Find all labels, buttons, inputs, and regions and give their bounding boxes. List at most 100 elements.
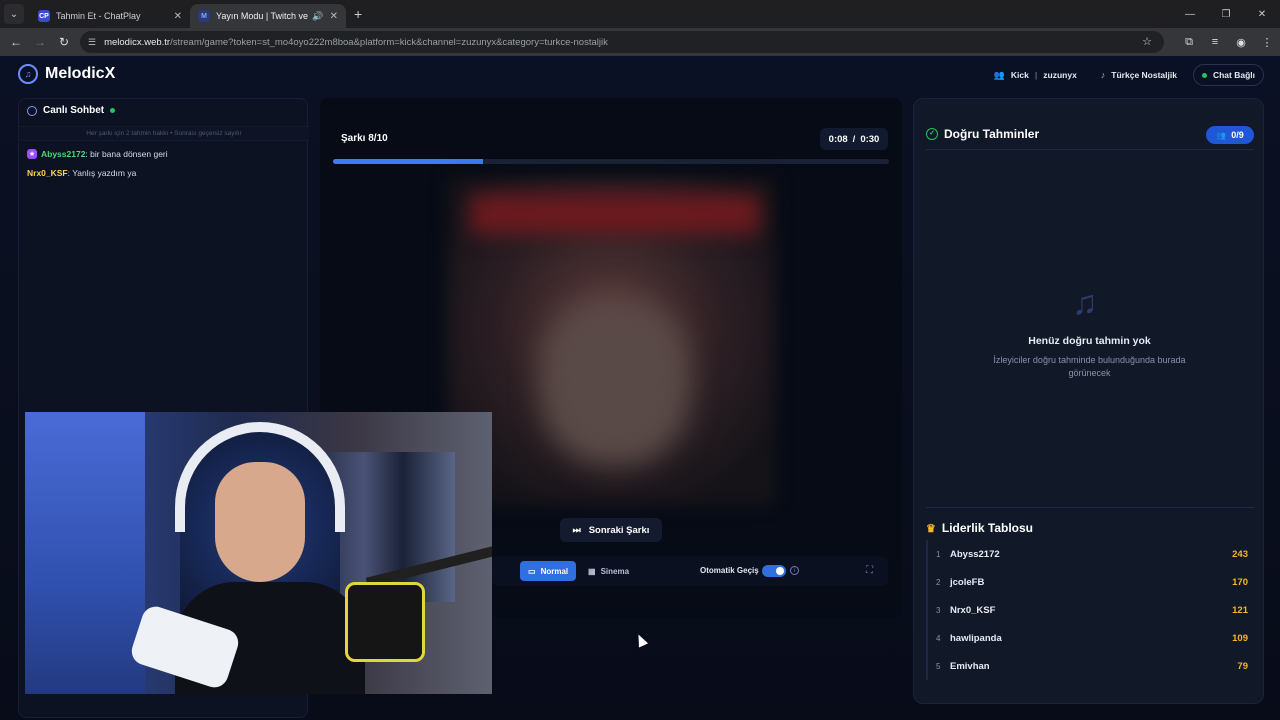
next-song-label: Sonraki Şarkı: [588, 524, 650, 536]
leaderboard-title: Liderlik Tablosu: [941, 521, 1033, 535]
url-path: /stream/game?token=st_mo4oyo222m8boa&pla…: [170, 36, 608, 48]
status-dot: [1201, 72, 1207, 78]
window-controls: — ❐ ✕: [1172, 0, 1280, 28]
bookmark-star-icon[interactable]: ☆: [1142, 35, 1152, 48]
close-tab-icon[interactable]: ✕: [330, 11, 338, 22]
empty-state-description: İzleyiciler doğru tahminde bulunduğunda …: [993, 355, 1186, 378]
browser-tab-strip: ⌄ CP Tahmin Et - ChatPlay ✕ M Yayın Modu…: [0, 0, 1280, 28]
site-info-icon[interactable]: ☰: [88, 37, 96, 48]
category-pill: ♪ Türkçe Nostaljik: [1093, 64, 1185, 86]
music-notes-icon: ♫: [1072, 284, 1098, 322]
platform-name: Kick: [1010, 70, 1029, 80]
chat-username[interactable]: Nrx0_KSF: [27, 168, 68, 178]
cover-portrait: [540, 296, 690, 466]
users-icon: 👥: [993, 69, 1005, 80]
correct-guesses-header: ✓ Doğru Tahminler: [926, 127, 1039, 141]
cinema-mode-label: Sinema: [600, 566, 630, 576]
divider: [926, 149, 1254, 150]
cover-title-band: [470, 194, 760, 234]
cinema-mode-button[interactable]: ▦ Sinema: [580, 561, 637, 581]
audio-playing-icon[interactable]: 🔊: [312, 11, 323, 22]
browser-tab-chatplay[interactable]: CP Tahmin Et - ChatPlay ✕: [30, 4, 190, 28]
address-bar[interactable]: ☰ melodicx.web.tr /stream/game?token=st_…: [80, 31, 1164, 53]
media-controls-icon[interactable]: ≡: [1202, 36, 1228, 48]
webcam-background-wall: [25, 412, 145, 694]
chatplay-favicon-icon: CP: [38, 10, 50, 22]
elapsed-time: 0:08: [828, 133, 848, 145]
chat-rules-note: Her şarkı için 2 tahmin hakkı • Sonrası …: [19, 126, 309, 141]
auto-advance-label: Otomatik Geçiş: [700, 566, 759, 575]
platform-channel-pill: 👥 Kick | zuzunyx: [986, 64, 1085, 86]
menu-icon[interactable]: ⋮: [1254, 36, 1280, 49]
divider: [926, 507, 1254, 508]
player-score: 121: [1232, 604, 1248, 616]
player-score: 109: [1232, 632, 1248, 644]
player-name: Emivhan: [950, 660, 990, 672]
leaderboard-list: 1 Abyss2172 243 2 jcoleFB 170 3 Nrx0_KSF…: [926, 540, 1254, 680]
chat-message: Nrx0_KSF : Yanlış yazdım ya: [27, 168, 136, 178]
normal-mode-label: Normal: [540, 566, 569, 576]
webcam-overlay: [25, 412, 492, 694]
player-score: 243: [1232, 548, 1248, 560]
webcam-headset: [175, 422, 345, 532]
category-name: Türkçe Nostaljik: [1111, 70, 1177, 80]
crown-icon: ♛: [926, 522, 936, 535]
check-circle-icon: ✓: [926, 128, 938, 140]
divider: |: [1034, 70, 1038, 80]
leaderboard-row: 1 Abyss2172 243: [926, 540, 1254, 568]
player-score: 170: [1232, 576, 1248, 588]
chat-title: Canlı Sohbet: [43, 105, 105, 116]
headphones-icon: ♫: [18, 64, 38, 84]
chat-status-text: Chat Bağlı: [1212, 70, 1255, 80]
brand-logo[interactable]: ♫ MelodicX: [18, 64, 115, 84]
rank: 5: [936, 661, 941, 671]
player-name: jcoleFB: [950, 576, 985, 588]
correct-guesses-panel: ✓ Doğru Tahminler 👥 0/9 ♫ Henüz doğru ta…: [913, 98, 1264, 704]
auto-advance-toggle[interactable]: [762, 565, 786, 577]
back-icon[interactable]: ←: [4, 35, 28, 49]
forward-icon[interactable]: →: [28, 35, 52, 49]
player-score: 79: [1237, 660, 1248, 672]
browser-tab-melodicx[interactable]: M Yayın Modu | Twitch ve Kick 🔊 ✕: [190, 4, 346, 28]
profile-icon[interactable]: ◉: [1228, 36, 1254, 49]
info-icon[interactable]: i: [790, 566, 799, 575]
brand-name: MelodicX: [45, 65, 116, 82]
extensions-icon[interactable]: ⧉: [1176, 36, 1202, 49]
users-icon: 👥: [1216, 130, 1227, 140]
film-icon: ▦: [588, 566, 596, 576]
rank: 2: [936, 577, 941, 587]
monitor-icon: ▭: [528, 566, 536, 576]
fullscreen-icon[interactable]: ⛶: [866, 565, 873, 576]
restore-icon[interactable]: ❐: [1208, 9, 1244, 20]
chat-bubble-icon: [27, 105, 37, 116]
time-display: 0:08 / 0:30: [820, 128, 888, 150]
new-tab-button[interactable]: +: [354, 6, 362, 22]
leaderboard-row: 4 hawlipanda 109: [926, 624, 1254, 652]
close-window-icon[interactable]: ✕: [1244, 9, 1280, 20]
normal-mode-button[interactable]: ▭ Normal: [520, 561, 577, 581]
reload-icon[interactable]: ↻: [52, 35, 76, 49]
minimize-icon[interactable]: —: [1172, 9, 1208, 20]
song-counter: Şarkı 8/10: [341, 133, 388, 144]
tab-search-button[interactable]: ⌄: [4, 4, 24, 24]
progress-fill: [333, 159, 484, 164]
live-dot: [110, 108, 116, 113]
player-controls-row: ▭ Normal ▦ Sinema Otomatik Geçiş i ⛶: [492, 556, 888, 586]
player-name: Abyss2172: [950, 548, 1000, 560]
leaderboard-row: 2 jcoleFB 170: [926, 568, 1254, 596]
chat-username[interactable]: Abyss2172: [41, 149, 85, 159]
guess-count: 0/9: [1231, 130, 1244, 140]
song-progress-bar: [333, 159, 889, 164]
chat-text: : Yanlış yazdım ya: [67, 168, 137, 178]
duration-time: 0:30: [860, 133, 880, 145]
chat-status-pill: Chat Bağlı: [1192, 64, 1264, 86]
leaderboard-row: 5 Emivhan 79: [926, 652, 1254, 680]
time-separator: /: [852, 133, 856, 145]
app-header: ♫ MelodicX 👥 Kick | zuzunyx ♪ Türkçe Nos…: [0, 56, 1280, 94]
chat-header: Canlı Sohbet: [27, 105, 116, 116]
close-tab-icon[interactable]: ✕: [174, 11, 182, 22]
rank: 4: [936, 633, 941, 643]
browser-toolbar: ← → ↻ ☰ melodicx.web.tr /stream/game?tok…: [0, 28, 1280, 56]
player-name: Nrx0_KSF: [950, 604, 996, 616]
next-song-button[interactable]: ⏭ Sonraki Şarkı: [560, 518, 662, 542]
